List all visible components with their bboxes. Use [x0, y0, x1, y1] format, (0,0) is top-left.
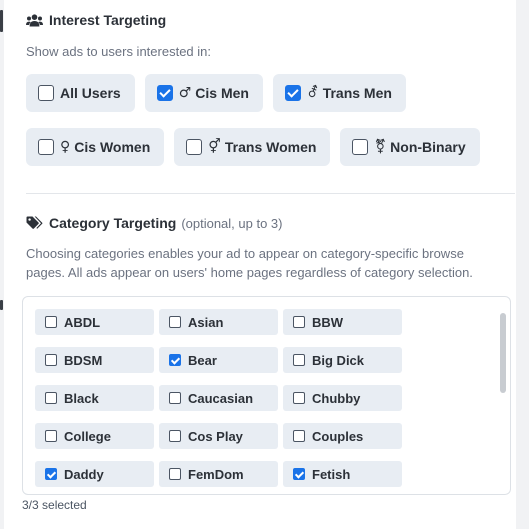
- category-checkbox[interactable]: [293, 430, 305, 442]
- cis-men-checkbox[interactable]: [156, 85, 173, 101]
- interest-chip-label: All Users: [60, 85, 121, 101]
- category-checkbox[interactable]: [45, 316, 57, 328]
- category-checkbox[interactable]: [293, 316, 305, 328]
- interest-chip-label: Non-Binary: [390, 139, 466, 155]
- category-item-bear[interactable]: Bear: [159, 347, 278, 373]
- category-label: College: [64, 428, 111, 444]
- category-label: Couples: [312, 428, 364, 444]
- category-item-cos-play[interactable]: Cos Play: [159, 423, 278, 449]
- cis-women-checkbox[interactable]: [38, 139, 54, 155]
- category-label: ABDL: [64, 314, 101, 330]
- category-checkbox[interactable]: [45, 430, 57, 442]
- trans-men-checkbox[interactable]: [284, 85, 301, 101]
- category-label: Asian: [188, 314, 224, 330]
- category-label: BDSM: [64, 352, 103, 368]
- category-checkbox[interactable]: [169, 430, 181, 442]
- category-item-femdom[interactable]: FemDom: [159, 461, 278, 487]
- category-targeting-title: Category Targeting: [49, 215, 177, 231]
- female-symbol-icon: ♀: [60, 139, 71, 155]
- category-item-college[interactable]: College: [35, 423, 154, 449]
- category-item-asian[interactable]: Asian: [159, 309, 278, 335]
- category-label: FemDom: [188, 466, 244, 482]
- interest-chip-label: Trans Men: [322, 85, 392, 101]
- category-checkbox[interactable]: [45, 354, 57, 366]
- category-list[interactable]: ABDL Asian BBW BDSM Bear Big Dick Black …: [22, 296, 511, 495]
- all-users-checkbox[interactable]: [38, 85, 54, 101]
- category-item-bdsm[interactable]: BDSM: [35, 347, 154, 373]
- category-item-black[interactable]: Black: [35, 385, 154, 411]
- category-checkbox[interactable]: [169, 354, 181, 366]
- interest-chip-trans-women[interactable]: ⚥ Trans Women: [174, 128, 331, 166]
- interest-hint: Show ads to users interested in:: [26, 44, 211, 59]
- category-checkbox[interactable]: [169, 468, 181, 480]
- male-symbol-icon: ♂: [178, 85, 192, 101]
- interest-chip-label: Cis Women: [74, 139, 151, 155]
- category-item-fetish[interactable]: Fetish: [283, 461, 402, 487]
- non-binary-symbol-icon: ⚧: [374, 139, 387, 155]
- transgender-male-symbol-icon: ⚦: [306, 85, 319, 101]
- category-label: Bear: [188, 352, 217, 368]
- category-label: Black: [64, 390, 99, 406]
- category-checkbox[interactable]: [293, 392, 305, 404]
- category-item-abdl[interactable]: ABDL: [35, 309, 154, 335]
- interest-chip-all-users[interactable]: All Users: [26, 74, 135, 112]
- category-label: Chubby: [312, 390, 361, 406]
- category-item-bbw[interactable]: BBW: [283, 309, 402, 335]
- interest-chip-cis-women[interactable]: ♀ Cis Women: [26, 128, 165, 166]
- category-selected-count: 3/3 selected: [22, 498, 87, 512]
- category-hint: Choosing categories enables your ad to a…: [26, 246, 473, 280]
- interest-chip-cis-men[interactable]: ♂ Cis Men: [144, 74, 263, 112]
- category-checkbox[interactable]: [293, 354, 305, 366]
- tags-icon: [26, 216, 44, 230]
- category-label: Big Dick: [312, 352, 365, 368]
- category-item-big-dick[interactable]: Big Dick: [283, 347, 402, 373]
- transgender-female-symbol-icon: ⚥: [208, 139, 221, 155]
- category-checkbox[interactable]: [169, 316, 181, 328]
- category-label: Fetish: [312, 466, 351, 482]
- interest-row-1: All Users ♂ Cis Men ⚦ Trans Men: [26, 74, 516, 112]
- category-item-daddy[interactable]: Daddy: [35, 461, 154, 487]
- category-checkbox[interactable]: [45, 392, 57, 404]
- category-targeting-header: Category Targeting (optional, up to 3): [26, 212, 516, 234]
- section-divider: [26, 193, 515, 194]
- interest-targeting-title: Interest Targeting: [49, 12, 167, 28]
- category-optional-note: (optional, up to 3): [181, 215, 283, 231]
- category-label: Cos Play: [188, 428, 243, 444]
- category-checkbox[interactable]: [45, 468, 57, 480]
- window-edge-mark: [0, 10, 3, 32]
- category-checkbox[interactable]: [293, 468, 305, 480]
- category-label: Caucasian: [188, 390, 254, 406]
- category-item-chubby[interactable]: Chubby: [283, 385, 402, 411]
- category-item-couples[interactable]: Couples: [283, 423, 402, 449]
- window-edge-mark: [0, 300, 3, 310]
- interest-chip-non-binary[interactable]: ⚧ Non-Binary: [340, 128, 480, 166]
- interest-targeting-header: Interest Targeting: [26, 9, 516, 31]
- category-list-scrollbar[interactable]: [500, 313, 506, 393]
- category-item-caucasian[interactable]: Caucasian: [159, 385, 278, 411]
- category-checkbox[interactable]: [169, 392, 181, 404]
- category-grid: ABDL Asian BBW BDSM Bear Big Dick Black …: [35, 309, 402, 487]
- interest-row-2: ♀ Cis Women ⚥ Trans Women ⚧ Non-Binary: [26, 128, 516, 166]
- users-icon: [26, 13, 44, 27]
- interest-chip-label: Trans Women: [224, 139, 317, 155]
- non-binary-checkbox[interactable]: [352, 139, 369, 155]
- trans-women-checkbox[interactable]: [186, 139, 203, 155]
- category-label: Daddy: [64, 466, 104, 482]
- interest-chip-label: Cis Men: [195, 85, 249, 101]
- category-label: BBW: [312, 314, 344, 330]
- interest-chip-trans-men[interactable]: ⚦ Trans Men: [272, 74, 406, 112]
